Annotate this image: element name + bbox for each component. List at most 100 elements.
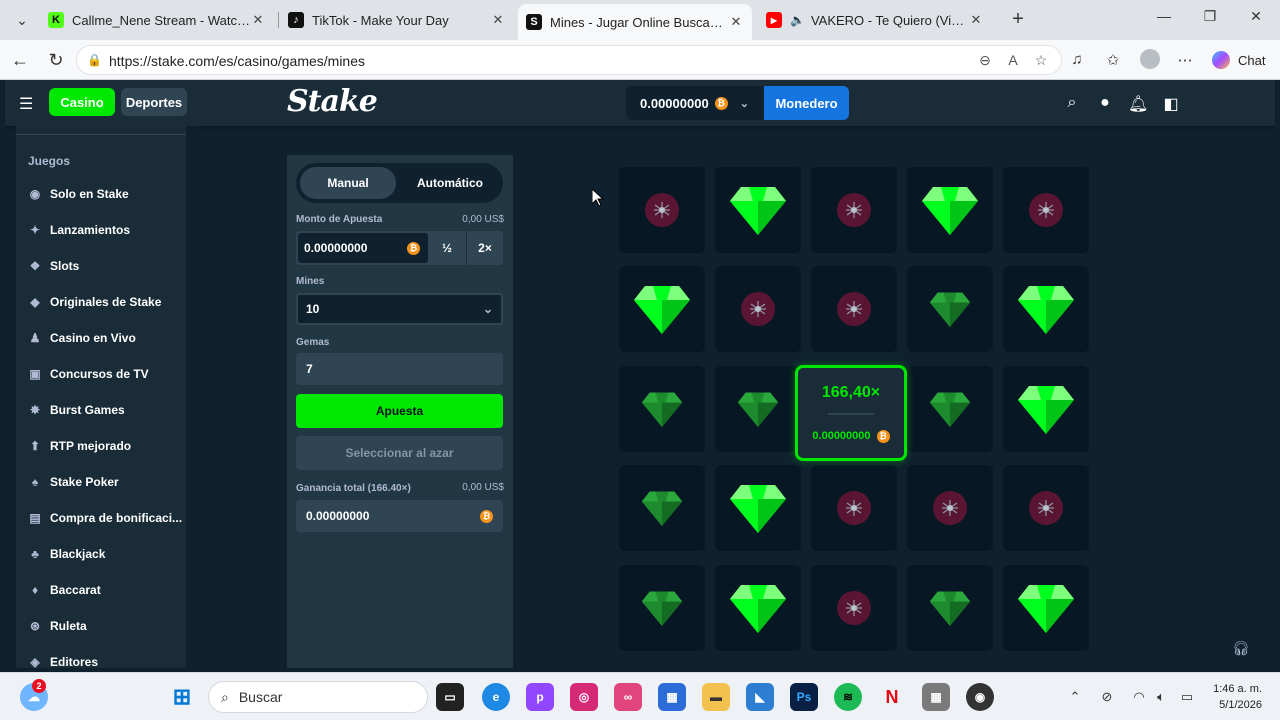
back-icon[interactable]: ← <box>9 50 31 70</box>
sidebar-toggle-icon[interactable]: ◧ <box>1161 94 1181 114</box>
close-icon[interactable]: ✕ <box>728 14 744 30</box>
user-icon[interactable]: ● <box>1095 94 1115 112</box>
sidebar-item-ruleta[interactable]: ⊛ Ruleta <box>28 616 87 636</box>
mines-select[interactable]: 10 ⌄ <box>296 293 503 325</box>
tile-gem[interactable] <box>907 167 993 253</box>
system-clock[interactable]: 1:46 a. m. 5/1/2026 <box>1210 681 1262 713</box>
random-pick-button[interactable]: Seleccionar al azar <box>296 436 503 470</box>
battery-icon[interactable]: ▭ <box>1178 689 1196 705</box>
url-field[interactable]: 🔒 https://stake.com/es/casino/games/mine… <box>76 45 1062 75</box>
menu-icon[interactable]: ☰ <box>19 94 33 114</box>
double-bet-button[interactable]: 2× <box>466 231 503 265</box>
tile-mine[interactable] <box>619 167 705 253</box>
tile-gem-unrevealed[interactable] <box>619 465 705 551</box>
taskbar-search[interactable]: ⌕ Buscar <box>208 681 428 713</box>
wifi-icon[interactable]: ◠ <box>1130 689 1148 705</box>
sidebar-item-originales[interactable]: ◆ Originales de Stake <box>28 292 161 312</box>
lock-icon[interactable]: 🔒 <box>87 53 102 67</box>
tile-gem[interactable] <box>715 565 801 651</box>
stake-logo[interactable]: Stake <box>287 84 378 119</box>
bet-amount-input[interactable]: 0.00000000 ₿ <box>298 233 428 263</box>
tile-gem-unrevealed[interactable] <box>619 565 705 651</box>
sidebar-item-slots[interactable]: ❖ Slots <box>28 256 80 276</box>
tab-stake-mines[interactable]: S Mines - Jugar Online Buscaminas c ✕ <box>518 4 752 40</box>
profile-avatar[interactable] <box>1140 49 1160 69</box>
sports-tab[interactable]: Deportes <box>121 88 187 116</box>
tab-youtube[interactable]: ▶ 🔈 VAKERO - Te Quiero (Video Of ✕ <box>758 6 992 34</box>
tab-actions-menu[interactable]: ⌄ <box>8 6 36 34</box>
tile-mine[interactable] <box>1003 167 1089 253</box>
store-icon[interactable]: ▦ <box>658 683 686 711</box>
search-icon[interactable]: ⌕ <box>1062 94 1082 112</box>
favorite-star-icon[interactable]: ☆ <box>1031 52 1051 69</box>
tile-gem[interactable] <box>715 465 801 551</box>
extensions-icon[interactable]: ♫ <box>1066 51 1088 68</box>
sidebar-item-baccarat[interactable]: ♦ Baccarat <box>28 580 101 600</box>
tile-gem-unrevealed[interactable] <box>715 366 801 452</box>
tile-gem[interactable] <box>715 167 801 253</box>
sidebar-item-rtp-mejorado[interactable]: ⬆ RTP mejorado <box>28 436 131 456</box>
task-view-icon[interactable]: ▭ <box>436 683 464 711</box>
tile-gem[interactable] <box>1003 266 1089 352</box>
wallet-balance[interactable]: 0.00000000 ₿ ⌄ <box>626 86 764 120</box>
obs-icon[interactable]: ◉ <box>966 683 994 711</box>
close-icon[interactable]: ✕ <box>250 12 266 28</box>
close-icon[interactable]: ✕ <box>490 12 506 28</box>
restore-icon[interactable]: ❐ <box>1198 8 1222 25</box>
tile-gem[interactable] <box>619 266 705 352</box>
sidebar-item-burst-games[interactable]: ✸ Burst Games <box>28 400 125 420</box>
tab-manual[interactable]: Manual <box>300 167 396 199</box>
sidebar-item-lanzamientos[interactable]: ✦ Lanzamientos <box>28 220 130 240</box>
refresh-icon[interactable]: ↻ <box>45 50 67 70</box>
edge-icon[interactable]: e <box>482 683 510 711</box>
zoom-icon[interactable]: ⊖ <box>975 52 995 69</box>
tile-gem-unrevealed[interactable] <box>619 366 705 452</box>
picsart-icon[interactable]: p <box>526 683 554 711</box>
sidebar-item-compra-bonificacion[interactable]: ▤ Compra de bonificaci... <box>28 508 182 528</box>
network-off-icon[interactable]: ⊘ <box>1098 689 1116 705</box>
windows-start-icon[interactable]: ⊞ <box>168 683 196 711</box>
tile-mine[interactable] <box>907 465 993 551</box>
sidebar-item-casino-en-vivo[interactable]: ♟ Casino en Vivo <box>28 328 136 348</box>
instagram-icon[interactable]: ◎ <box>570 683 598 711</box>
tab-kick[interactable]: K Callme_Nene Stream - Watch Live ✕ <box>40 6 274 34</box>
calculator-icon[interactable]: ▦ <box>922 683 950 711</box>
sidebar-item-blackjack[interactable]: ♣ Blackjack <box>28 544 105 564</box>
support-icon[interactable]: 🎧︎ <box>1223 633 1259 663</box>
tile-gem-unrevealed[interactable] <box>907 565 993 651</box>
half-bet-button[interactable]: ½ <box>430 231 464 265</box>
volume-icon[interactable]: 🔈︎ <box>1152 689 1170 705</box>
tile-mine[interactable] <box>715 266 801 352</box>
sidebar-item-solo-en-stake[interactable]: ◉ Solo en Stake <box>28 184 129 204</box>
more-icon[interactable]: ⋯ <box>1174 51 1196 69</box>
sidebar-item-editores[interactable]: ◈ Editores <box>28 652 98 668</box>
tile-mine[interactable] <box>1003 465 1089 551</box>
favorites-icon[interactable]: ✩ <box>1102 51 1124 69</box>
window-close-icon[interactable]: ✕ <box>1244 8 1268 25</box>
photos-icon[interactable]: ◣ <box>746 683 774 711</box>
new-tab-button[interactable]: + <box>1006 8 1030 31</box>
tile-mine[interactable] <box>811 167 897 253</box>
tile-mine[interactable] <box>811 465 897 551</box>
tab-auto[interactable]: Automático <box>402 167 498 199</box>
tile-gem[interactable] <box>1003 565 1089 651</box>
tile-gem-unrevealed[interactable] <box>907 366 993 452</box>
wallet-button[interactable]: Monedero <box>764 86 849 120</box>
copilot-chat-button[interactable]: Chat <box>1206 46 1275 74</box>
sidebar-scrollbar[interactable] <box>186 126 198 668</box>
tile-gem[interactable] <box>1003 366 1089 452</box>
tab-tiktok[interactable]: ♪ TikTok - Make Your Day ✕ <box>280 6 514 34</box>
tile-mine[interactable] <box>811 565 897 651</box>
sidebar-item-stake-poker[interactable]: ♠ Stake Poker <box>28 472 119 492</box>
bet-button[interactable]: Apuesta <box>296 394 503 428</box>
read-aloud-icon[interactable]: A <box>1003 52 1023 68</box>
minimize-icon[interactable]: — <box>1152 8 1176 24</box>
file-explorer-icon[interactable]: ▬ <box>702 683 730 711</box>
netflix-icon[interactable]: N <box>878 683 906 711</box>
tile-mine[interactable] <box>811 266 897 352</box>
creative-cloud-icon[interactable]: ∞ <box>614 683 642 711</box>
casino-tab[interactable]: Casino <box>49 88 115 116</box>
chevron-up-icon[interactable]: ⌃ <box>1066 689 1084 705</box>
spotify-icon[interactable]: ≋ <box>834 683 862 711</box>
close-icon[interactable]: ✕ <box>968 12 984 28</box>
